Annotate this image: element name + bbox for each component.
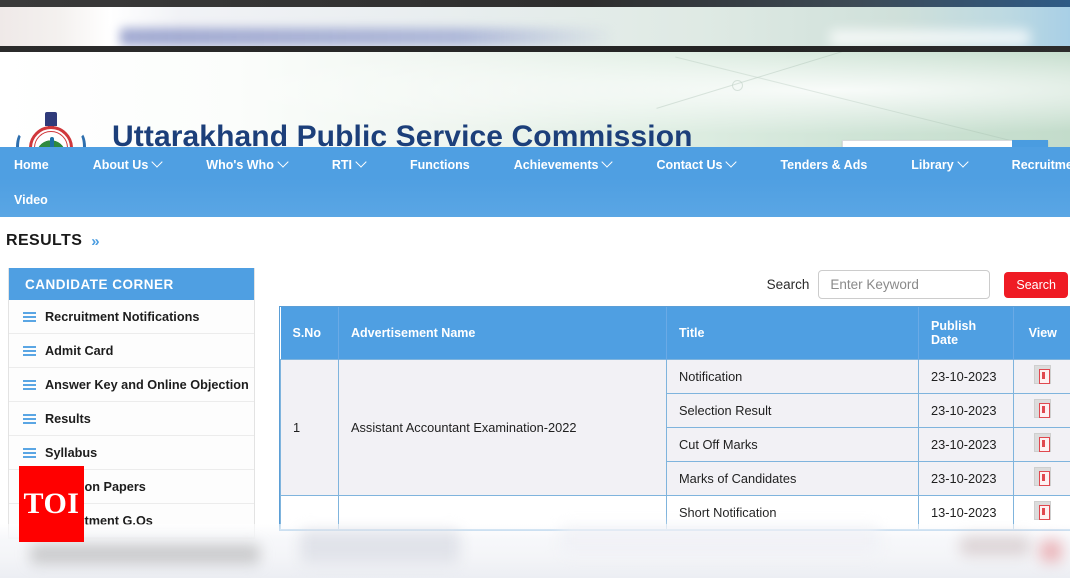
- breadcrumb: RESULTS »: [6, 232, 100, 250]
- cell-view[interactable]: [1013, 460, 1070, 496]
- chevron-down-icon: [959, 158, 968, 167]
- toi-watermark-text: TOI: [23, 487, 80, 520]
- pdf-icon[interactable]: [1034, 433, 1051, 452]
- column-header-title: Title: [666, 307, 919, 359]
- cell-title: Selection Result: [666, 392, 919, 428]
- sidebar-item-label: Admit Card: [45, 343, 114, 358]
- pdf-icon[interactable]: [1034, 365, 1051, 384]
- nav-label: Home: [14, 157, 49, 172]
- cell-publish-date: 23-10-2023: [918, 426, 1014, 462]
- chevron-down-icon: [153, 158, 162, 167]
- sidebar-item-admit-card[interactable]: Admit Card: [9, 334, 254, 368]
- nav-label: Contact Us: [656, 157, 723, 172]
- cell-view[interactable]: [1013, 392, 1070, 428]
- table-row: 1 Assistant Accountant Examination-2022 …: [280, 358, 1070, 496]
- nav-item-home[interactable]: Home: [14, 158, 71, 172]
- toi-watermark: TOI: [19, 466, 84, 542]
- list-icon: [23, 379, 36, 390]
- site-title-english: Uttarakhand Public Service Commission: [112, 120, 693, 147]
- nav-label: Who's Who: [206, 157, 274, 172]
- nav-label: Functions: [409, 157, 470, 172]
- column-header-view: View: [1013, 307, 1070, 359]
- nav-label: RTI: [331, 157, 352, 172]
- cell-advertisement-name: Assistant Accountant Examination-2022: [338, 358, 667, 496]
- nav-item-rti[interactable]: RTI: [332, 158, 388, 172]
- nav-label: Achievements: [513, 157, 599, 172]
- double-chevron-right-icon: »: [91, 232, 100, 250]
- sidebar-item-recruitment-notifications[interactable]: Recruitment Notifications: [9, 300, 254, 334]
- nav-label: Recruitment GOs: [1011, 157, 1070, 172]
- nav-item-library[interactable]: Library: [911, 158, 989, 172]
- state-emblem-icon: सत्यमेव जयते: [14, 112, 88, 147]
- site-search-input[interactable]: [842, 140, 1012, 147]
- sidebar-item-answer-key[interactable]: Answer Key and Online Objection: [9, 368, 254, 402]
- nav-label: Video: [14, 192, 48, 207]
- cell-title: Cut Off Marks: [666, 426, 919, 462]
- site-search[interactable]: [842, 140, 1048, 147]
- pdf-icon[interactable]: [1034, 467, 1051, 486]
- nav-item-whos-who[interactable]: Who's Who: [206, 158, 310, 172]
- cell-publish-date: 23-10-2023: [918, 358, 1014, 394]
- nav-item-contact-us[interactable]: Contact Us: [656, 158, 758, 172]
- cell-sno: 1: [280, 358, 339, 496]
- nav-item-video[interactable]: Video: [14, 193, 70, 207]
- sidebar-item-syllabus[interactable]: Syllabus: [9, 436, 254, 470]
- cell-view[interactable]: [1013, 358, 1070, 394]
- page-root: सत्यमेव जयते UTTARAKHAND PUBLIC SERVICE …: [0, 0, 1070, 578]
- results-search-input[interactable]: [818, 270, 991, 299]
- list-icon: [23, 447, 36, 458]
- nav-label: Library: [911, 157, 954, 172]
- column-header-sno: S.No: [280, 307, 339, 359]
- site-search-button[interactable]: [1012, 140, 1048, 147]
- results-table-container: S.No Advertisement Name Title Publish Da…: [279, 306, 1070, 531]
- nav-item-about-us[interactable]: About Us: [93, 158, 185, 172]
- list-icon: [23, 413, 36, 424]
- sidebar-item-label: Answer Key and Online Objection: [45, 377, 249, 392]
- cell-title: Marks of Candidates: [666, 460, 919, 496]
- site-header: सत्यमेव जयते UTTARAKHAND PUBLIC SERVICE …: [0, 52, 1070, 147]
- nav-item-functions[interactable]: Functions: [410, 158, 492, 172]
- header-decoration: [640, 52, 1070, 147]
- chrome-top-bar: [0, 0, 1070, 7]
- sidebar-item-results[interactable]: Results: [9, 402, 254, 436]
- nav-item-recruitment-gos[interactable]: Recruitment GOs: [1012, 158, 1070, 172]
- cell-publish-date: 23-10-2023: [918, 392, 1014, 428]
- nav-row-1: Home About Us Who's Who RTI Functions Ac…: [0, 147, 1070, 182]
- nav-row-2: Video: [0, 182, 1070, 217]
- page-bottom-fade: [0, 524, 1070, 578]
- chevron-down-icon: [357, 158, 366, 167]
- nav-label: About Us: [92, 157, 149, 172]
- results-search: Search Search: [767, 270, 1068, 299]
- nav-item-tenders-ads[interactable]: Tenders & Ads: [780, 158, 889, 172]
- cell-publish-date: 23-10-2023: [918, 460, 1014, 496]
- chrome-blurred-pill: [830, 30, 1030, 46]
- table-header-row: S.No Advertisement Name Title Publish Da…: [280, 307, 1070, 359]
- list-icon: [23, 345, 36, 356]
- chevron-down-icon: [279, 158, 288, 167]
- sidebar-item-label: Syllabus: [45, 445, 98, 460]
- results-search-label: Search: [766, 277, 810, 292]
- sidebar-item-label: Results: [45, 411, 91, 426]
- column-header-publish-date: Publish Date: [918, 307, 1014, 359]
- pdf-icon[interactable]: [1034, 501, 1051, 520]
- chevron-down-icon: [727, 158, 736, 167]
- cell-title: Notification: [666, 358, 919, 394]
- chevron-down-icon: [603, 158, 612, 167]
- list-icon: [23, 311, 36, 322]
- cell-view[interactable]: [1013, 426, 1070, 462]
- site-logo[interactable]: सत्यमेव जयते UTTARAKHAND PUBLIC SERVICE …: [14, 112, 88, 147]
- browser-chrome-strip: [0, 0, 1070, 52]
- page-title: RESULTS: [6, 232, 83, 249]
- chrome-blurred-text: [120, 28, 610, 46]
- nav-label: Tenders & Ads: [780, 157, 868, 172]
- sidebar-item-label: Recruitment Notifications: [45, 309, 200, 324]
- sidebar-heading: CANDIDATE CORNER: [9, 268, 254, 300]
- pdf-icon[interactable]: [1034, 399, 1051, 418]
- results-search-button[interactable]: Search: [1004, 271, 1068, 298]
- nav-item-achievements[interactable]: Achievements: [514, 158, 635, 172]
- main-navigation: Home About Us Who's Who RTI Functions Ac…: [0, 147, 1070, 217]
- column-header-advertisement-name: Advertisement Name: [338, 307, 667, 359]
- results-table: S.No Advertisement Name Title Publish Da…: [280, 307, 1070, 530]
